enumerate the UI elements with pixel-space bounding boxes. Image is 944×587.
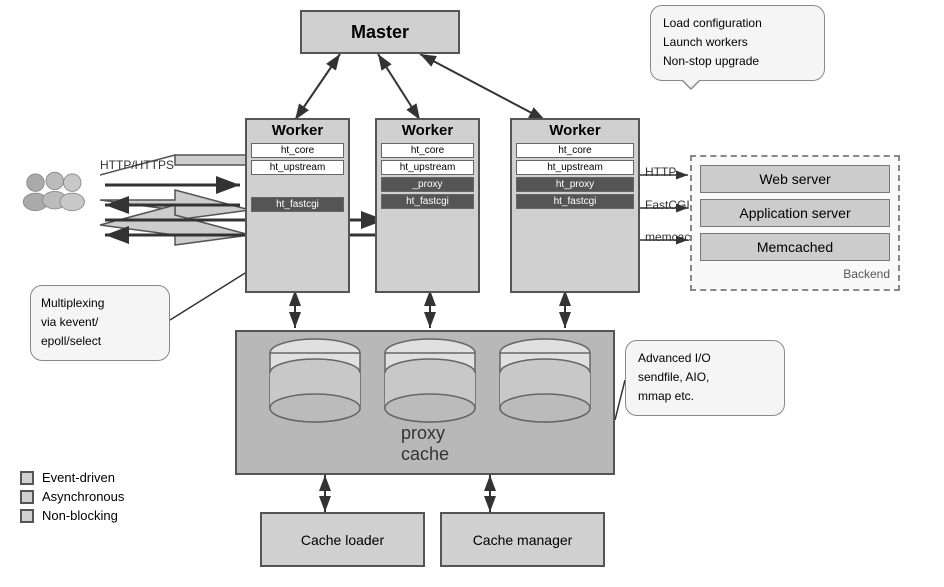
module-ht-fastcgi-3: ht_fastcgi xyxy=(516,194,634,209)
users-icon xyxy=(18,165,88,230)
master-label: Master xyxy=(351,22,409,43)
module-proxy-2: _proxy xyxy=(381,177,474,192)
callout-br-line2: sendfile, AIO, xyxy=(638,370,709,384)
callout-top: Load configuration Launch workers Non-st… xyxy=(650,5,825,81)
http-label: HTTP xyxy=(645,165,676,179)
legend-item-nonblocking: Non-blocking xyxy=(20,508,124,523)
legend-label-event: Event-driven xyxy=(42,470,115,485)
backend-webserver: Web server xyxy=(700,165,890,193)
backend-label: Backend xyxy=(700,267,890,281)
callout-br-line3: mmap etc. xyxy=(638,389,694,403)
module-ht-core-1: ht_core xyxy=(251,143,344,158)
legend-box-nonblocking xyxy=(20,509,34,523)
cache-manager-label: Cache manager xyxy=(473,532,573,548)
module-ht-core-2: ht_core xyxy=(381,143,474,158)
module-ht-fastcgi-1: ht_fastcgi xyxy=(251,197,344,212)
callout-br: Advanced I/O sendfile, AIO, mmap etc. xyxy=(625,340,785,416)
cylinders-svg xyxy=(255,335,595,435)
legend-label-nonblocking: Non-blocking xyxy=(42,508,118,523)
module-ht-upstream-1: ht_upstream xyxy=(251,160,344,175)
worker3-label: Worker xyxy=(512,120,638,141)
callout-br-line1: Advanced I/O xyxy=(638,351,711,365)
cache-loader-box: Cache loader xyxy=(260,512,425,567)
worker2-label: Worker xyxy=(377,120,478,141)
module-ht-upstream-2: ht_upstream xyxy=(381,160,474,175)
worker1-label: Worker xyxy=(247,120,348,141)
module-ht-proxy-3: ht_proxy xyxy=(516,177,634,192)
fastcgi-label: FastCGI xyxy=(645,198,690,212)
module-ht-upstream-3: ht_upstream xyxy=(516,160,634,175)
callout-bl-line1: Multiplexing xyxy=(41,296,104,310)
legend: Event-driven Asynchronous Non-blocking xyxy=(20,470,124,527)
legend-item-async: Asynchronous xyxy=(20,489,124,504)
worker-box-2: Worker ht_core ht_upstream _proxy ht_fas… xyxy=(375,118,480,293)
callout-top-line1: Load configuration xyxy=(663,16,762,30)
callout-bl-line2: via kevent/ xyxy=(41,315,98,329)
cache-manager-box: Cache manager xyxy=(440,512,605,567)
worker-box-3: Worker ht_core ht_upstream ht_proxy ht_f… xyxy=(510,118,640,293)
legend-box-async xyxy=(20,490,34,504)
worker-box-1: Worker ht_core ht_upstream ht_fastcgi xyxy=(245,118,350,293)
backend-group: Web server Application server Memcached … xyxy=(690,155,900,291)
legend-item-event: Event-driven xyxy=(20,470,124,485)
module-ht-fastcgi-2: ht_fastcgi xyxy=(381,194,474,209)
backend-appserver: Application server xyxy=(700,199,890,227)
cache-loader-label: Cache loader xyxy=(301,532,384,548)
architecture-diagram: Master Load configuration Launch workers… xyxy=(0,0,944,587)
master-box: Master xyxy=(300,10,460,54)
callout-top-line2: Launch workers xyxy=(663,35,748,49)
http-https-label: HTTP/HTTPS xyxy=(100,158,174,172)
callout-bl-line3: epoll/select xyxy=(41,334,101,348)
callout-bl: Multiplexing via kevent/ epoll/select xyxy=(30,285,170,361)
backend-memcached: Memcached xyxy=(700,233,890,261)
legend-box-event xyxy=(20,471,34,485)
legend-label-async: Asynchronous xyxy=(42,489,124,504)
callout-top-line3: Non-stop upgrade xyxy=(663,54,759,68)
module-ht-core-3: ht_core xyxy=(516,143,634,158)
